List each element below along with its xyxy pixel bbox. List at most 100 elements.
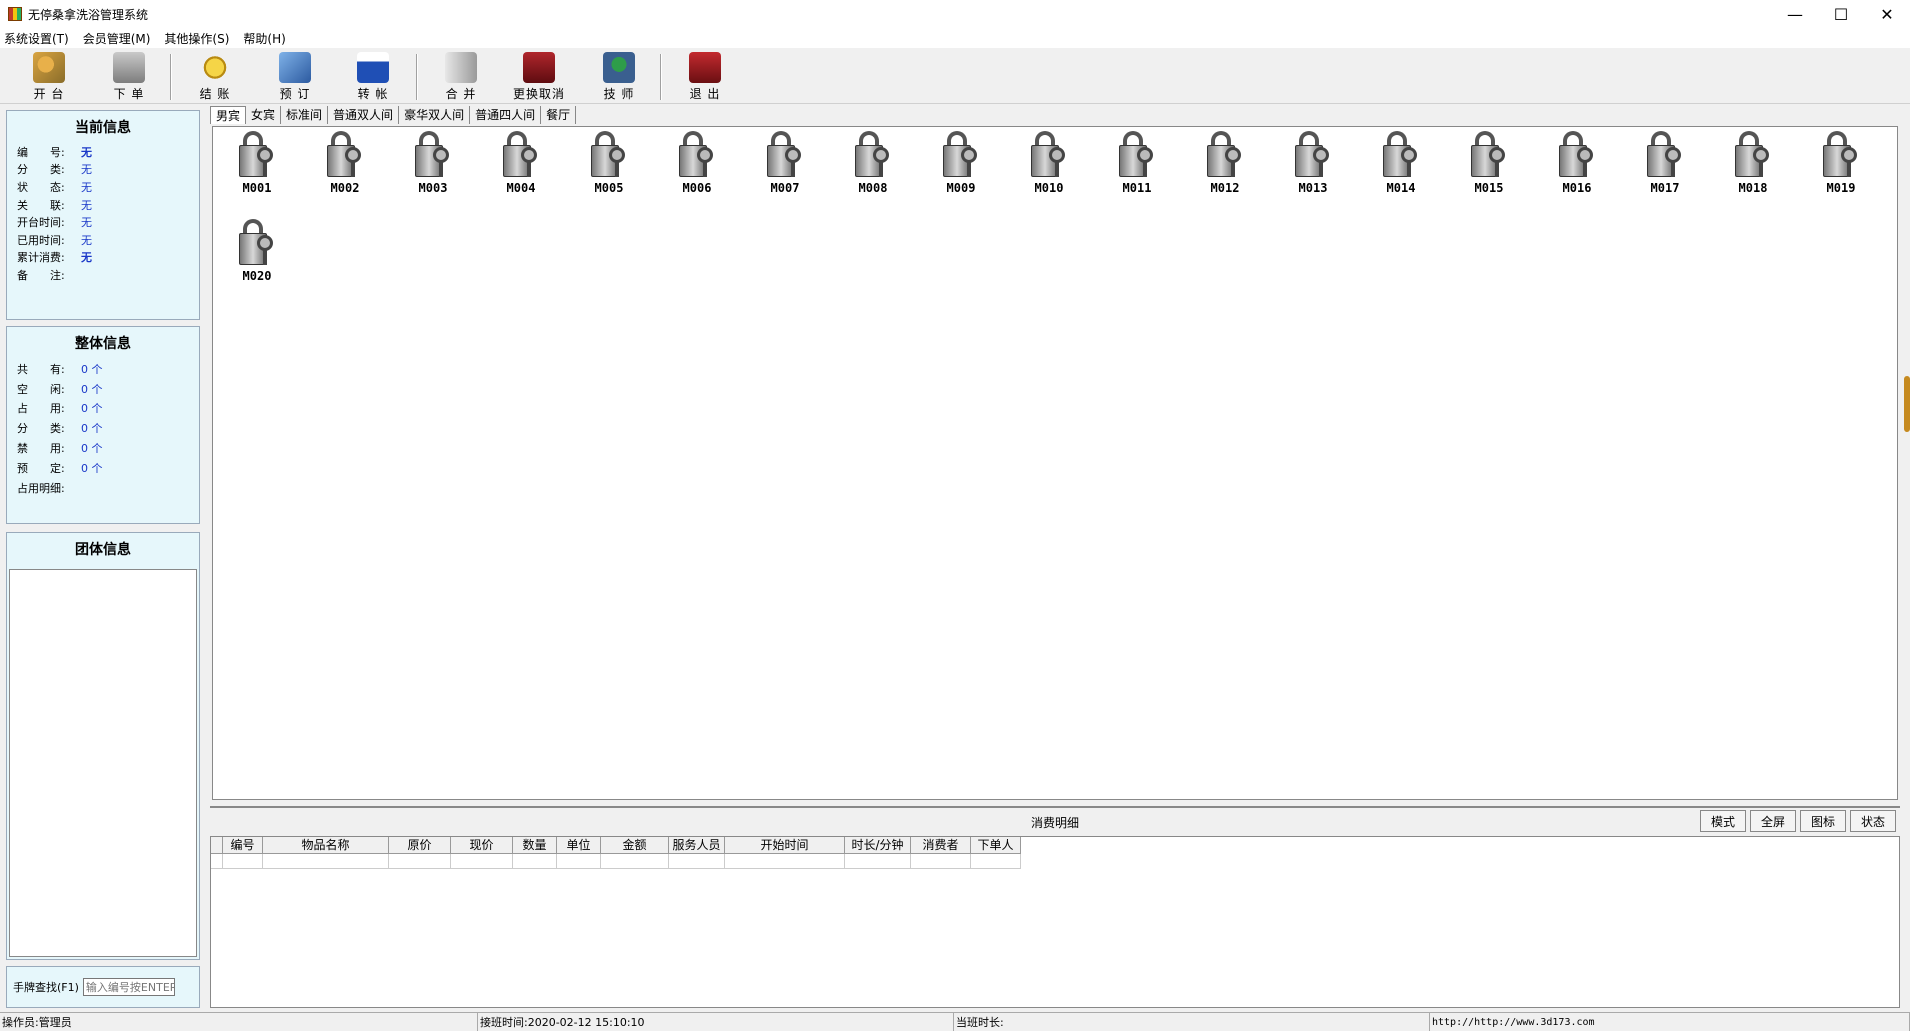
exit-button[interactable]: 退 出 xyxy=(670,52,740,102)
room-grid: M001 M002 M003 M004 M005 M006 M007 M008 … xyxy=(212,126,1898,800)
exit-icon xyxy=(689,52,721,83)
tab-double-room[interactable]: 普通双人间 xyxy=(328,106,400,124)
status-shift-duration: 当班时长: xyxy=(954,1013,1430,1031)
merge-button[interactable]: 合 并 xyxy=(426,52,496,102)
maximize-icon[interactable]: ☐ xyxy=(1818,0,1864,28)
reserve-button[interactable]: 预 订 xyxy=(260,52,330,102)
icon-view-button[interactable]: 图标 xyxy=(1800,810,1846,832)
room-item[interactable]: M011 xyxy=(1107,131,1167,211)
close-icon[interactable]: ✕ xyxy=(1864,0,1910,28)
info-row-category-count: 分 类: 0 个 xyxy=(17,422,103,436)
room-item[interactable]: M015 xyxy=(1459,131,1519,211)
fullscreen-button[interactable]: 全屏 xyxy=(1750,810,1796,832)
wristband-search-input[interactable] xyxy=(82,978,175,996)
group-list[interactable] xyxy=(9,569,197,957)
info-row-number: 编 号: 无 xyxy=(17,145,92,159)
lock-icon xyxy=(1027,131,1071,179)
lock-icon xyxy=(1643,131,1687,179)
room-item[interactable]: M019 xyxy=(1811,131,1871,211)
table-row[interactable] xyxy=(211,854,1021,869)
transfer-button[interactable]: 转 帐 xyxy=(338,52,408,102)
row-indicator-header xyxy=(211,837,223,854)
room-item[interactable]: M017 xyxy=(1635,131,1695,211)
view-mode-buttons: 模式 全屏 图标 状态 xyxy=(1696,810,1896,832)
toolbar: 开 台 下 单 结 账 预 订 转 帐 合 并 更换取消 技 师 退 出 xyxy=(0,48,1910,104)
lock-icon xyxy=(851,131,895,179)
column-header[interactable]: 时长/分钟 xyxy=(845,837,911,854)
key-icon xyxy=(33,52,65,83)
info-row-total-spend: 累计消费: 无 xyxy=(17,251,92,265)
room-item[interactable]: M018 xyxy=(1723,131,1783,211)
place-order-button[interactable]: 下 单 xyxy=(94,52,164,102)
status-url[interactable]: http://http://www.3d173.com xyxy=(1430,1013,1910,1031)
lock-icon xyxy=(1555,131,1599,179)
room-item[interactable]: M013 xyxy=(1283,131,1343,211)
lock-icon xyxy=(1203,131,1247,179)
merge-icon xyxy=(445,52,477,83)
window-title: 无停桑拿洗浴管理系统 xyxy=(28,7,149,22)
room-item[interactable]: M005 xyxy=(579,131,639,211)
room-item[interactable]: M007 xyxy=(755,131,815,211)
group-info-title: 团体信息 xyxy=(75,542,131,558)
menu-help[interactable]: 帮助(H) xyxy=(243,30,285,47)
column-header[interactable]: 金额 xyxy=(601,837,669,854)
room-item[interactable]: M002 xyxy=(315,131,375,211)
lock-icon xyxy=(235,219,279,267)
column-header[interactable]: 原价 xyxy=(389,837,451,854)
column-header[interactable]: 编号 xyxy=(223,837,263,854)
tab-male[interactable]: 男宾 xyxy=(210,106,247,124)
menu-system-settings[interactable]: 系统设置(T) xyxy=(4,30,69,47)
swap-icon xyxy=(523,52,555,83)
status-shift-time: 接班时间:2020-02-12 15:10:10 xyxy=(478,1013,954,1031)
column-header[interactable]: 开始时间 xyxy=(725,837,845,854)
lock-icon xyxy=(499,131,543,179)
open-table-button[interactable]: 开 台 xyxy=(14,52,84,102)
edge-scroll-handle[interactable] xyxy=(1904,376,1910,432)
info-row-reserved: 预 定: 0 个 xyxy=(17,461,103,475)
info-row-open-time: 开台时间: 无 xyxy=(17,216,92,230)
menu-other-operations[interactable]: 其他操作(S) xyxy=(164,30,229,47)
room-item[interactable]: M006 xyxy=(667,131,727,211)
minimize-icon[interactable]: — xyxy=(1772,0,1818,28)
change-cancel-button[interactable]: 更换取消 xyxy=(504,52,574,102)
consumption-details-bar: 消费明细 模式 全屏 图标 状态 xyxy=(210,806,1900,836)
mode-button[interactable]: 模式 xyxy=(1700,810,1746,832)
column-header[interactable]: 单位 xyxy=(557,837,601,854)
toolbar-separator xyxy=(170,54,172,100)
lock-icon xyxy=(939,131,983,179)
column-header[interactable]: 消费者 xyxy=(911,837,971,854)
tab-deluxe-double-room[interactable]: 豪华双人间 xyxy=(399,106,471,124)
column-header[interactable]: 物品名称 xyxy=(263,837,389,854)
tab-female[interactable]: 女宾 xyxy=(246,106,282,124)
room-item[interactable]: M004 xyxy=(491,131,551,211)
order-icon xyxy=(113,52,145,83)
room-item[interactable]: M009 xyxy=(931,131,991,211)
column-header[interactable]: 现价 xyxy=(451,837,513,854)
technician-button[interactable]: 技 师 xyxy=(584,52,654,102)
lock-icon xyxy=(411,131,455,179)
info-row-disabled: 禁 用: 0 个 xyxy=(17,442,103,456)
room-item[interactable]: M001 xyxy=(227,131,287,211)
title-bar: 无停桑拿洗浴管理系统 — ☐ ✕ xyxy=(0,0,1910,28)
checkout-button[interactable]: 结 账 xyxy=(180,52,250,102)
lock-icon xyxy=(1115,131,1159,179)
room-item[interactable]: M008 xyxy=(843,131,903,211)
room-item[interactable]: M003 xyxy=(403,131,463,211)
column-header[interactable]: 服务人员 xyxy=(669,837,725,854)
info-row-idle: 空 闲: 0 个 xyxy=(17,382,103,396)
room-item[interactable]: M016 xyxy=(1547,131,1607,211)
column-header[interactable]: 数量 xyxy=(513,837,557,854)
consumption-details-title: 消费明细 xyxy=(1030,815,1079,830)
tab-standard-room[interactable]: 标准间 xyxy=(281,106,329,124)
room-item[interactable]: M010 xyxy=(1019,131,1079,211)
room-item[interactable]: M014 xyxy=(1371,131,1431,211)
status-view-button[interactable]: 状态 xyxy=(1850,810,1896,832)
room-item[interactable]: M020 xyxy=(227,219,287,299)
room-item[interactable]: M012 xyxy=(1195,131,1255,211)
tab-quad-room[interactable]: 普通四人间 xyxy=(470,106,542,124)
column-header[interactable]: 下单人 xyxy=(971,837,1021,854)
tab-restaurant[interactable]: 餐厅 xyxy=(541,106,577,124)
info-row-status: 状 态: 无 xyxy=(17,180,92,194)
menu-member-management[interactable]: 会员管理(M) xyxy=(83,30,151,47)
window-controls: — ☐ ✕ xyxy=(1772,0,1910,28)
